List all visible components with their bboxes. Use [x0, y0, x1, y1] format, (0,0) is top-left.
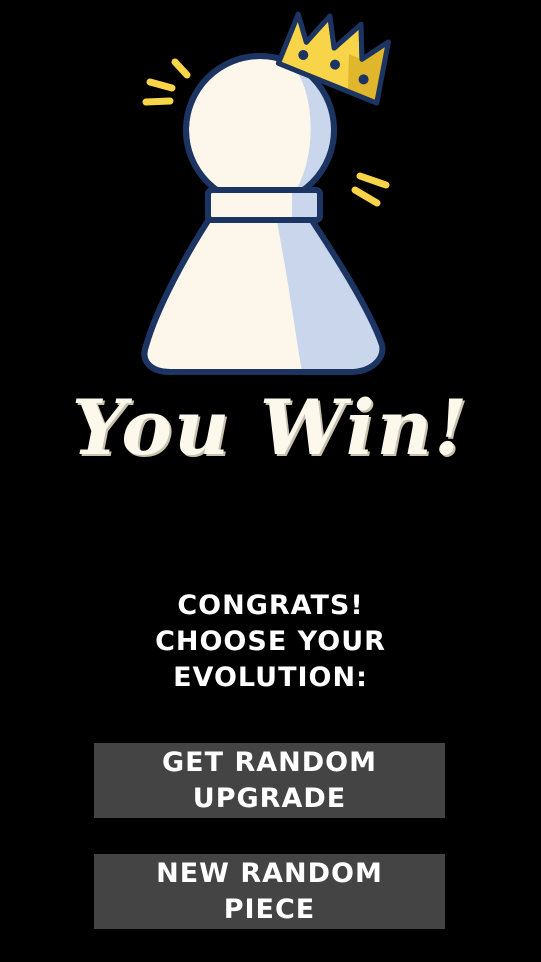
message-line: CONGRATS!: [177, 590, 364, 621]
new-random-piece-button[interactable]: NEW RANDOM PIECE: [94, 854, 445, 929]
button-label-line: PIECE: [223, 893, 316, 925]
get-random-upgrade-button[interactable]: GET RANDOM UPGRADE: [94, 743, 445, 818]
button-label-line: NEW RANDOM: [156, 857, 383, 889]
win-screen: You Win! CONGRATS! CHOOSE YOUR EVOLUTION…: [0, 0, 541, 962]
message-line: EVOLUTION:: [173, 662, 368, 693]
button-label-line: GET RANDOM: [162, 746, 377, 778]
crowned-pawn-icon: [141, 11, 391, 375]
button-label-line: UPGRADE: [192, 782, 347, 814]
pawn-collar-icon: [205, 187, 323, 223]
sparkle-left-icon: [142, 58, 191, 106]
sparkle-right-icon: [351, 172, 390, 207]
pawn-body-icon: [141, 207, 386, 375]
message-line: CHOOSE YOUR: [155, 626, 386, 657]
congrats-message: CONGRATS! CHOOSE YOUR EVOLUTION:: [0, 588, 541, 696]
win-title: You Win!: [71, 383, 470, 472]
